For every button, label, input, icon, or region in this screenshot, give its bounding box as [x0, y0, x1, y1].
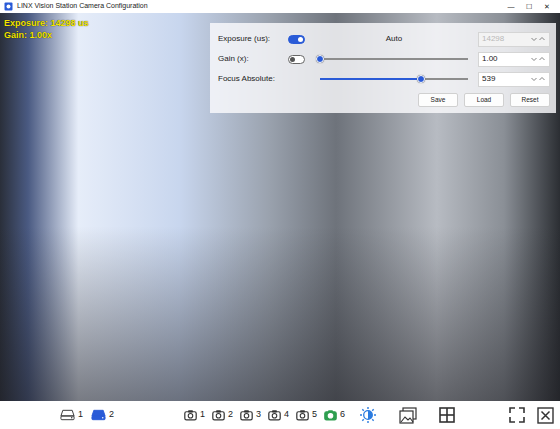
- brightness-icon: [359, 406, 377, 424]
- drive-icon: [60, 409, 75, 421]
- toggle-knob: [298, 37, 303, 42]
- toggle-cell: [288, 35, 310, 44]
- camera-icon: [324, 409, 337, 421]
- value-field[interactable]: [478, 52, 550, 67]
- camera-icon: [268, 409, 281, 421]
- close-icon: [537, 407, 554, 424]
- slider-thumb[interactable]: [417, 75, 425, 83]
- setting-row: Gain (x):: [218, 49, 550, 69]
- storage-group: 12: [60, 408, 114, 422]
- image-button[interactable]: [399, 407, 417, 424]
- decrement-icon[interactable]: [530, 35, 538, 43]
- slider-thumb[interactable]: [316, 55, 324, 63]
- slider-track[interactable]: [320, 78, 468, 80]
- storage-button[interactable]: 2: [91, 408, 114, 422]
- load-button[interactable]: Load: [464, 93, 504, 107]
- overlay-line: Gain: 1.00x: [4, 29, 89, 41]
- tool-group: [359, 406, 556, 424]
- setting-label: Exposure (us):: [218, 33, 282, 45]
- camera-icon: [212, 409, 225, 421]
- increment-icon[interactable]: [538, 75, 546, 83]
- decrement-icon[interactable]: [530, 55, 538, 63]
- camera-label: 6: [340, 408, 345, 422]
- camera-label: 5: [312, 408, 317, 422]
- camera-label: 4: [284, 408, 289, 422]
- camera-button[interactable]: 3: [240, 408, 261, 422]
- camera-icon: [184, 409, 197, 421]
- storage-button[interactable]: 1: [60, 408, 83, 422]
- value-field[interactable]: [478, 72, 550, 87]
- toggle-switch[interactable]: [288, 55, 305, 64]
- overlay-line: Exposure: 14298 us: [4, 17, 89, 29]
- settings-panel: Exposure (us): Auto Gain (x): Focus Absolut…: [210, 23, 556, 113]
- fullscreen-icon: [509, 407, 525, 423]
- camera-button[interactable]: 1: [184, 408, 205, 422]
- button-row: Save Load Reset: [218, 93, 550, 107]
- camera-group: 1 2 3 4 5 6: [184, 408, 345, 422]
- value-field: [478, 32, 550, 47]
- reset-button[interactable]: Reset: [510, 93, 550, 107]
- increment-icon[interactable]: [538, 35, 546, 43]
- camera-button[interactable]: 2: [212, 408, 233, 422]
- toggle-switch[interactable]: [288, 35, 305, 44]
- close-button[interactable]: [537, 407, 554, 424]
- increment-icon[interactable]: [538, 55, 546, 63]
- camera-icon: [240, 409, 253, 421]
- storage-label: 1: [78, 408, 83, 422]
- camera-label: 1: [200, 408, 205, 422]
- window-control[interactable]: ☐: [520, 1, 538, 13]
- grid-icon: [439, 407, 455, 423]
- setting-row: Focus Absolute:: [218, 69, 550, 89]
- grid-button[interactable]: [439, 407, 455, 423]
- window-control[interactable]: —: [502, 1, 520, 13]
- window-control[interactable]: ✕: [538, 1, 556, 13]
- camera-label: 2: [228, 408, 233, 422]
- camera-button[interactable]: 4: [268, 408, 289, 422]
- app-logo-icon: [4, 2, 13, 11]
- slider-track[interactable]: [320, 58, 468, 60]
- brightness-button[interactable]: [359, 406, 377, 424]
- camera-view: Exposure: 14298 usGain: 1.00x Exposure (u…: [0, 13, 560, 401]
- setting-label: Gain (x):: [218, 53, 282, 65]
- save-button[interactable]: Save: [418, 93, 458, 107]
- value-input[interactable]: [482, 53, 530, 65]
- drive-icon: [91, 409, 106, 421]
- storage-label: 2: [109, 408, 114, 422]
- decrement-icon[interactable]: [530, 75, 538, 83]
- overlay-info: Exposure: 14298 usGain: 1.00x: [4, 17, 89, 41]
- fullscreen-button[interactable]: [509, 407, 525, 423]
- window-title: LINX Vision Station Camera Configuration: [17, 1, 148, 12]
- camera-icon: [296, 409, 309, 421]
- bottom-toolbar: 12123456: [0, 401, 560, 429]
- value-input: [482, 33, 530, 45]
- title-bar: LINX Vision Station Camera Configuration…: [0, 0, 560, 13]
- value-input[interactable]: [482, 73, 530, 85]
- camera-button[interactable]: 6: [324, 408, 345, 422]
- image-icon: [399, 407, 417, 424]
- auto-label: Auto: [316, 33, 472, 45]
- toggle-knob: [290, 57, 295, 62]
- camera-button[interactable]: 5: [296, 408, 317, 422]
- camera-label: 3: [256, 408, 261, 422]
- setting-label: Focus Absolute:: [218, 73, 282, 85]
- slider-fill: [320, 78, 421, 80]
- toggle-cell: [288, 55, 310, 64]
- setting-row: Exposure (us): Auto: [218, 29, 550, 49]
